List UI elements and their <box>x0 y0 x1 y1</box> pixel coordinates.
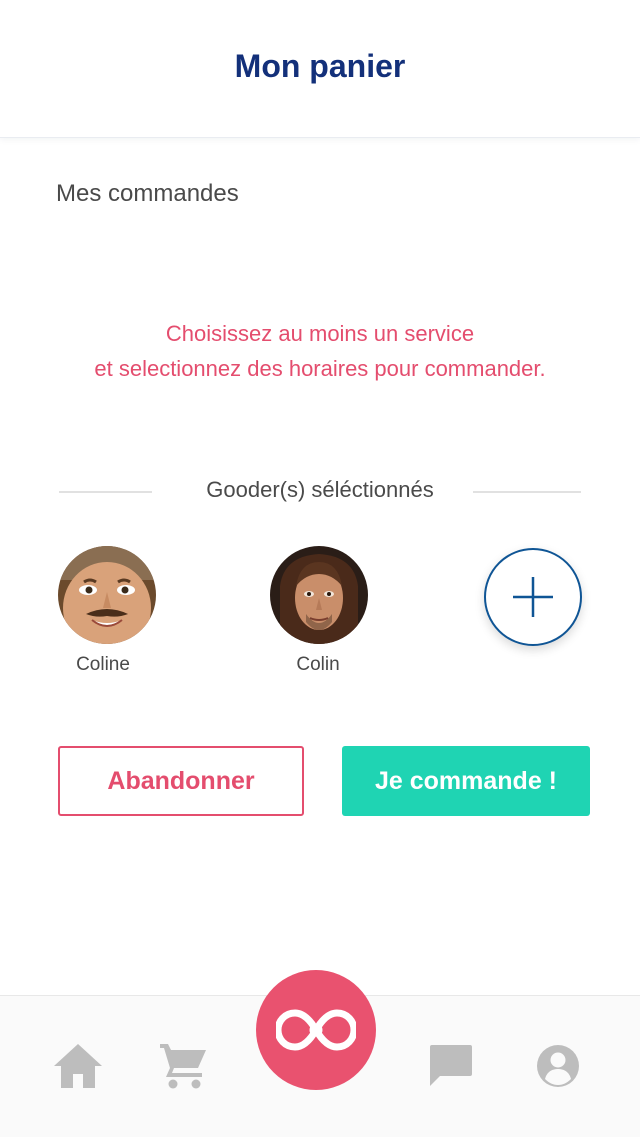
gooder-name: Colin <box>296 654 340 675</box>
cart-icon <box>160 1044 206 1089</box>
orders-section-title: Mes commandes <box>56 180 239 207</box>
profile-icon <box>537 1045 579 1087</box>
avatar-photo <box>58 546 156 644</box>
message-icon <box>430 1045 472 1086</box>
abandon-button[interactable]: Abandonner <box>58 746 304 816</box>
gooder-avatar-coline[interactable] <box>58 546 156 644</box>
tab-cart[interactable] <box>158 1042 210 1095</box>
empty-cart-message-line-2: et selectionnez des horaires pour comman… <box>94 356 546 381</box>
empty-cart-message-line-1: Choisissez au moins un service <box>165 321 475 346</box>
empty-cart-message: Choisissez au moins un service et select… <box>20 316 620 386</box>
selected-gooders-label: Gooder(s) séléctionnés <box>206 477 434 502</box>
infinity-logo-icon <box>276 1009 356 1051</box>
center-logo-button[interactable] <box>256 970 376 1090</box>
tab-messages[interactable] <box>426 1042 474 1093</box>
divider-left <box>59 491 152 493</box>
tab-profile[interactable] <box>534 1042 582 1095</box>
avatar-photo <box>270 546 368 644</box>
tab-home[interactable] <box>52 1042 104 1095</box>
order-button[interactable]: Je commande ! <box>342 746 590 816</box>
page-title: Mon panier <box>234 48 406 84</box>
gooder-avatar-colin[interactable] <box>270 546 368 644</box>
add-gooder-button[interactable] <box>484 548 582 646</box>
plus-icon <box>513 577 553 617</box>
gooder-name: Coline <box>76 654 130 675</box>
home-icon <box>54 1044 102 1088</box>
divider-right <box>473 491 581 493</box>
top-bar: Mon panier <box>0 0 640 138</box>
